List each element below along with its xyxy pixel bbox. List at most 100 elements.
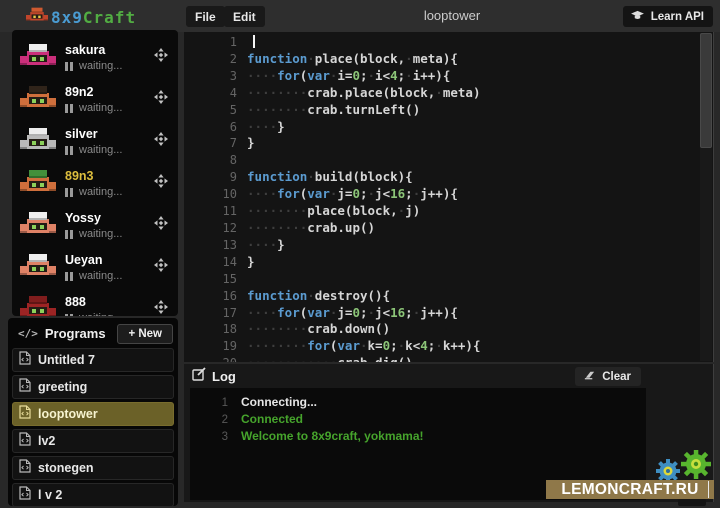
program-item[interactable]: Untitled 7 xyxy=(12,348,174,372)
programs-panel: </> Programs + New Untitled 7 greeting l… xyxy=(8,318,178,506)
graduation-cap-icon xyxy=(630,10,645,24)
robot-avatar-icon xyxy=(20,253,56,288)
program-item[interactable]: lv2 xyxy=(12,429,174,453)
code-text xyxy=(247,34,255,51)
pause-icon xyxy=(70,146,73,155)
code-line[interactable]: 6····} xyxy=(184,119,713,136)
player-row[interactable]: Yossywaiting... xyxy=(12,204,178,246)
code-line[interactable]: 13····} xyxy=(184,237,713,254)
player-status-text: waiting... xyxy=(79,60,122,72)
program-item[interactable]: l v 2 xyxy=(12,483,174,506)
code-icon: </> xyxy=(18,327,38,340)
code-line[interactable]: 11········place(block,·j) xyxy=(184,203,713,220)
code-line[interactable]: 17····for(var·j=0;·j<16;·j++){ xyxy=(184,305,713,322)
code-line[interactable]: 14} xyxy=(184,254,713,271)
watermark-text: LEMONCRAFT.RU xyxy=(561,481,698,499)
program-item[interactable]: stonegen xyxy=(12,456,174,480)
locate-compass-icon[interactable] xyxy=(154,300,168,316)
pause-icon xyxy=(70,104,73,113)
code-text: } xyxy=(247,135,255,152)
clear-log-label: Clear xyxy=(602,371,631,383)
code-text: ········crab.turnLeft() xyxy=(247,102,420,119)
code-line[interactable]: 8 xyxy=(184,152,713,169)
player-status: waiting... xyxy=(65,270,122,282)
code-line[interactable]: 5········crab.turnLeft() xyxy=(184,102,713,119)
log-header: Log Clear xyxy=(184,364,713,388)
locate-compass-icon[interactable] xyxy=(154,90,168,109)
locate-compass-icon[interactable] xyxy=(154,174,168,193)
program-label: l v 2 xyxy=(38,488,62,502)
code-text: ········crab.down() xyxy=(247,321,390,338)
program-item[interactable]: looptower xyxy=(12,402,174,426)
code-line[interactable]: 7} xyxy=(184,135,713,152)
code-line[interactable]: 18 ········crab.down() xyxy=(184,321,713,338)
log-line-number: 3 xyxy=(190,429,228,445)
code-line[interactable]: 4········crab.place(block,·meta) xyxy=(184,85,713,102)
code-line[interactable]: 15 xyxy=(184,271,713,288)
watermark-banner: LEMONCRAFT.RU xyxy=(546,480,714,499)
pause-icon xyxy=(65,272,68,281)
player-status-text: waiting... xyxy=(79,312,122,316)
robot-avatar-icon xyxy=(20,211,56,246)
code-line[interactable]: 2function·place(block,·meta){ xyxy=(184,51,713,68)
player-info: 89n3 waiting... xyxy=(65,169,122,204)
editor-scrollbar-track[interactable] xyxy=(700,33,712,361)
player-row[interactable]: sakurawaiting... xyxy=(12,36,178,78)
player-info: Yossywaiting... xyxy=(65,211,122,246)
code-line[interactable]: 12········crab.up() xyxy=(184,220,713,237)
code-line[interactable]: 20············crab.dig() xyxy=(184,355,713,362)
program-label: Untitled 7 xyxy=(38,353,95,367)
locate-compass-icon[interactable] xyxy=(154,132,168,151)
player-row[interactable]: 89n2waiting... xyxy=(12,78,178,120)
code-editor[interactable]: 12function·place(block,·meta){3····for(v… xyxy=(184,32,714,362)
code-text: } xyxy=(247,254,255,271)
robot-avatar-icon xyxy=(20,85,56,120)
line-number: 9 xyxy=(184,169,237,186)
crab-logo-icon xyxy=(26,7,48,28)
code-line[interactable]: 10····for(var·j=0;·j<16;·j++){ xyxy=(184,186,713,203)
code-text: ····for(var·j=0;·j<16;·j++){ xyxy=(247,186,458,203)
code-text: ····for(var·j=0;·j<16;·j++){ xyxy=(247,305,458,322)
player-name: silver xyxy=(65,127,122,141)
code-line[interactable]: 3····for(var·i=0;·i<4;·i++){ xyxy=(184,68,713,85)
code-text: function·place(block,·meta){ xyxy=(247,51,458,68)
robot-avatar-icon xyxy=(20,127,56,162)
player-row[interactable]: silverwaiting... xyxy=(12,120,178,162)
learn-api-button[interactable]: Learn API xyxy=(623,6,713,27)
menu-bar: File Edit looptower Learn API xyxy=(184,0,720,32)
line-number: 18 xyxy=(184,321,237,338)
log-message: Connected xyxy=(241,412,303,426)
watermark-divider xyxy=(708,481,709,498)
code-line[interactable]: 19········for(var·k=0;·k<4;·k++){ xyxy=(184,338,713,355)
pause-icon xyxy=(65,104,68,113)
program-file-icon xyxy=(19,486,31,505)
player-status: waiting... xyxy=(65,186,122,198)
code-text xyxy=(247,152,255,169)
player-row[interactable]: 888waiting... xyxy=(12,288,178,316)
line-number: 13 xyxy=(184,237,237,254)
locate-compass-icon[interactable] xyxy=(154,258,168,277)
log-message: Welcome to 8x9craft, yokmama! xyxy=(241,429,424,443)
code-line[interactable]: 1 xyxy=(184,34,713,51)
player-name: 89n3 xyxy=(65,169,122,183)
code-line[interactable]: 16function·destroy(){ xyxy=(184,288,713,305)
player-row[interactable]: Ueyanwaiting... xyxy=(12,246,178,288)
code-text: ············crab.dig() xyxy=(247,355,413,362)
player-status: waiting... xyxy=(65,102,122,114)
code-text: ····} xyxy=(247,119,285,136)
program-item[interactable]: greeting xyxy=(12,375,174,399)
code-text: ········for(var·k=0;·k<4;·k++){ xyxy=(247,338,480,355)
clear-log-button[interactable]: Clear xyxy=(575,367,641,386)
new-program-button[interactable]: + New xyxy=(117,324,173,344)
program-file-icon xyxy=(19,378,31,397)
player-row[interactable]: 89n3 waiting... xyxy=(12,162,178,204)
log-message: Connecting... xyxy=(241,395,317,409)
programs-title: Programs xyxy=(45,326,106,341)
pause-icon xyxy=(70,188,73,197)
log-entry: 3 Welcome to 8x9craft, yokmama! xyxy=(190,428,646,445)
editor-scrollbar-thumb[interactable] xyxy=(700,33,712,148)
code-text: ····for(var·i=0;·i<4;·i++){ xyxy=(247,68,450,85)
locate-compass-icon[interactable] xyxy=(154,48,168,67)
locate-compass-icon[interactable] xyxy=(154,216,168,235)
code-line[interactable]: 9function·build(block){ xyxy=(184,169,713,186)
